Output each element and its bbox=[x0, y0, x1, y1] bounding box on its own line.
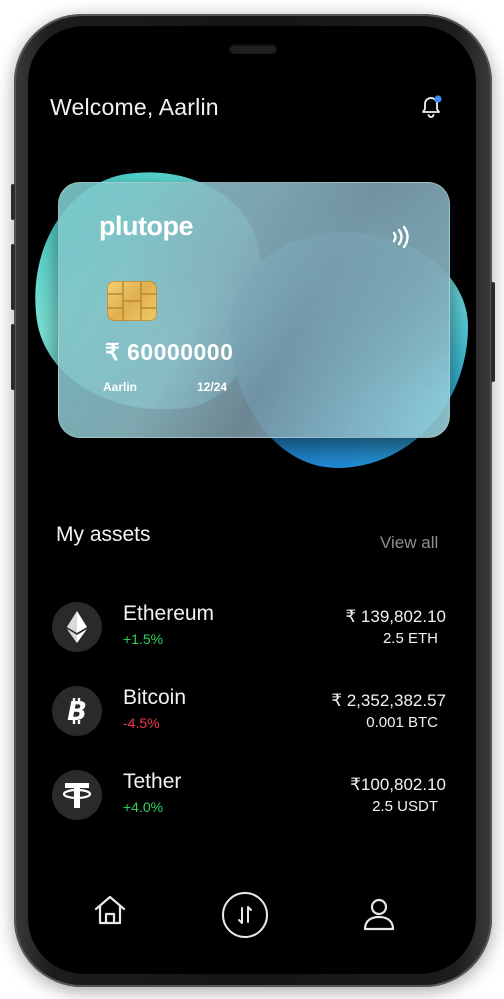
asset-change: +4.0% bbox=[123, 799, 164, 815]
card-holder-name: Aarlin bbox=[103, 380, 138, 394]
card-chip-icon bbox=[107, 281, 157, 321]
asset-row-bitcoin[interactable]: B Bitcoin -4.5% ₹ 2,352,382.57 0.001 BTC bbox=[52, 686, 446, 742]
bitcoin-icon: B bbox=[52, 686, 102, 736]
asset-value: ₹ 139,802.10 bbox=[345, 607, 446, 626]
app-screen bbox=[28, 26, 476, 974]
mute-switch bbox=[11, 184, 15, 220]
card-brand: plutope bbox=[99, 211, 193, 241]
bell-icon[interactable] bbox=[416, 92, 446, 122]
tether-icon bbox=[52, 770, 102, 820]
asset-value: ₹ 2,352,382.57 bbox=[331, 691, 446, 710]
asset-quantity: 2.5 USDT bbox=[372, 798, 438, 815]
view-all-link[interactable]: View all bbox=[380, 533, 438, 553]
asset-name: Tether bbox=[123, 770, 182, 793]
earpiece-speaker bbox=[229, 44, 277, 54]
card-balance: ₹ 60000000 bbox=[105, 339, 234, 365]
asset-row-ethereum[interactable]: Ethereum +1.5% ₹ 139,802.10 2.5 ETH bbox=[52, 602, 446, 658]
volume-down-button bbox=[11, 324, 15, 390]
welcome-text: Welcome, Aarlin bbox=[50, 94, 219, 120]
asset-quantity: 0.001 BTC bbox=[366, 714, 438, 731]
nav-profile-button[interactable] bbox=[362, 896, 396, 932]
ethereum-icon bbox=[52, 602, 102, 652]
bell-icon-graphic bbox=[422, 95, 442, 118]
profile-icon bbox=[363, 898, 395, 931]
svg-text:B: B bbox=[67, 697, 87, 726]
swap-icon bbox=[238, 906, 252, 924]
asset-name: Bitcoin bbox=[123, 686, 187, 709]
nav-swap-button[interactable] bbox=[222, 892, 268, 938]
asset-change: +1.5% bbox=[123, 631, 164, 647]
asset-row-tether[interactable]: Tether +4.0% ₹100,802.10 2.5 USDT bbox=[52, 770, 446, 826]
balance-card[interactable]: plutope ₹ 60000000 Aarlin 12/24 bbox=[58, 182, 450, 438]
power-button bbox=[491, 282, 495, 382]
card-expiry: 12/24 bbox=[197, 380, 228, 394]
contactless-icon bbox=[392, 225, 409, 249]
asset-change: -4.5% bbox=[123, 715, 160, 731]
asset-quantity: 2.5 ETH bbox=[382, 630, 438, 647]
asset-name: Ethereum bbox=[123, 602, 215, 625]
home-icon bbox=[94, 895, 126, 925]
notification-dot bbox=[434, 95, 442, 103]
asset-value: ₹100,802.10 bbox=[350, 775, 446, 794]
nav-home-button[interactable] bbox=[92, 892, 128, 928]
volume-up-button bbox=[11, 244, 15, 310]
assets-heading: My assets bbox=[56, 523, 151, 546]
